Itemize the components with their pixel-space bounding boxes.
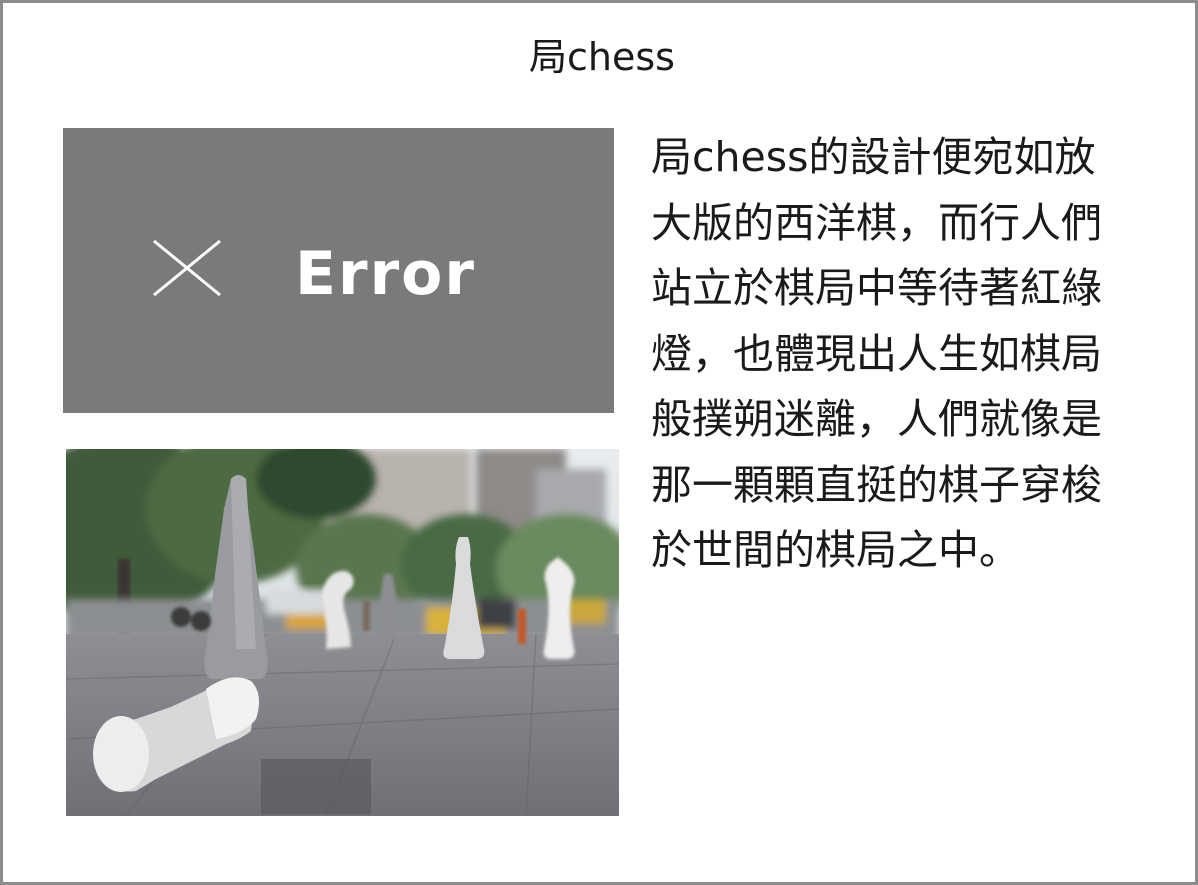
description-line: 燈，也體現出人生如棋局 [651, 329, 1102, 378]
page-frame: 局chess Error 局chess的設計便宛如放 大版的西洋棋，而行人們 站… [0, 0, 1198, 885]
chess-sculptures-photo [66, 449, 619, 816]
description-line: 般撲朔迷離，人們就像是 [651, 395, 1102, 443]
page-title: 局chess [529, 35, 675, 79]
description-line: 那一顆顆直挺的棋子穿梭 [651, 460, 1102, 509]
error-label: Error [295, 239, 476, 309]
description-line: 於世間的棋局之中。 [651, 526, 1020, 574]
description-line: 局chess的設計便宛如放 [651, 133, 1096, 181]
description-line: 大版的西洋棋，而行人們 [651, 198, 1102, 247]
close-icon [153, 239, 221, 297]
description-text: 局chess的設計便宛如放 大版的西洋棋，而行人們 站立於棋局中等待著紅綠 燈，… [651, 125, 1151, 584]
description-line: 站立於棋局中等待著紅綠 [651, 264, 1102, 312]
